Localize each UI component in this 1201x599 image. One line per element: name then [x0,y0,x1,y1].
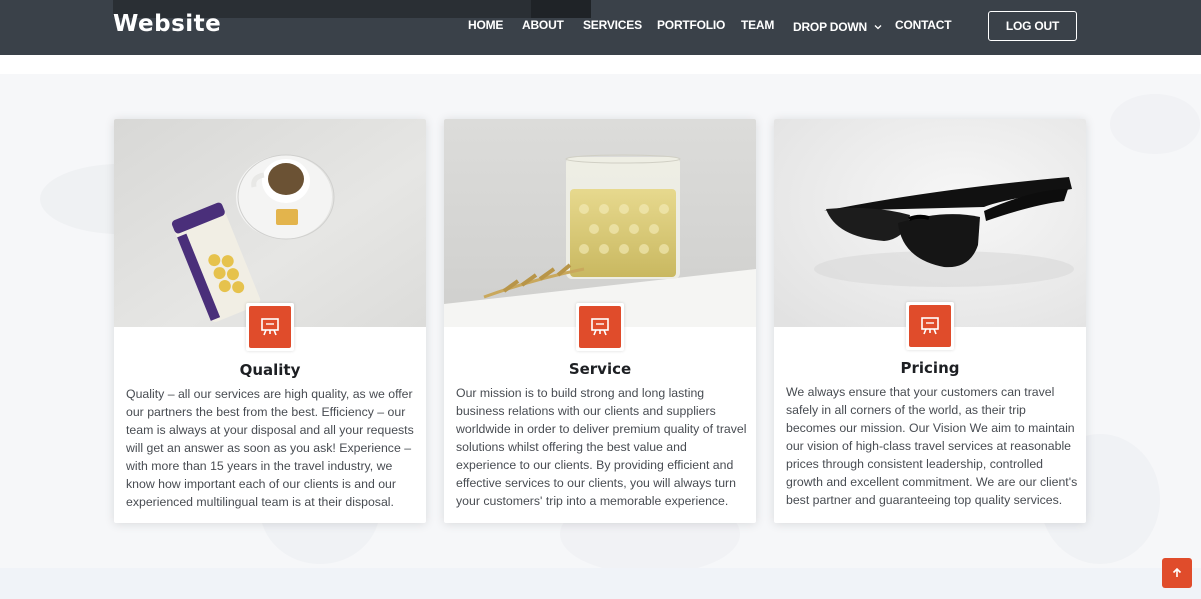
feature-card-service: Service Our mission is to build strong a… [444,119,756,523]
feature-badge [906,302,954,350]
chevron-down-icon [874,24,882,30]
nav-dropdown[interactable]: DROP DOWN [793,18,883,36]
site-logo[interactable]: Website [113,11,221,37]
easel-icon [909,305,951,347]
nav-services[interactable]: SERVICES [583,18,642,32]
card-title: Pricing [900,359,960,377]
feature-card-quality: Quality Quality – all our services are h… [114,119,426,523]
card-title: Quality [239,361,301,379]
back-to-top-button[interactable] [1162,558,1192,588]
card-title: Service [568,360,632,378]
easel-icon [249,306,291,348]
logout-button[interactable]: LOG OUT [988,11,1077,41]
nav-about[interactable]: ABOUT [522,18,564,32]
arrow-up-icon [1172,567,1182,577]
world-map-shape [1110,94,1200,154]
nav-dropdown-label: DROP DOWN [793,20,867,34]
feature-card-pricing: Pricing We always ensure that your custo… [774,119,1086,523]
glass-wheat-photo [444,119,756,327]
feature-badge [246,303,294,351]
feature-badge [576,303,624,351]
nav-home[interactable]: HOME [468,18,503,32]
card-text: We always ensure that your customers can… [786,385,1078,507]
honeycomb-tea-photo [114,119,426,327]
next-section-band [0,568,1201,599]
easel-icon [579,306,621,348]
card-text: Quality – all our services are high qual… [126,387,414,509]
card-text: Our mission is to build strong and long … [456,386,747,508]
nav-portfolio[interactable]: PORTFOLIO [657,18,725,32]
nav-team[interactable]: TEAM [741,18,774,32]
nav-contact[interactable]: CONTACT [895,18,952,32]
site-header: Website HOME ABOUT SERVICES PORTFOLIO TE… [0,0,1201,55]
sunglasses-photo [774,119,1086,327]
